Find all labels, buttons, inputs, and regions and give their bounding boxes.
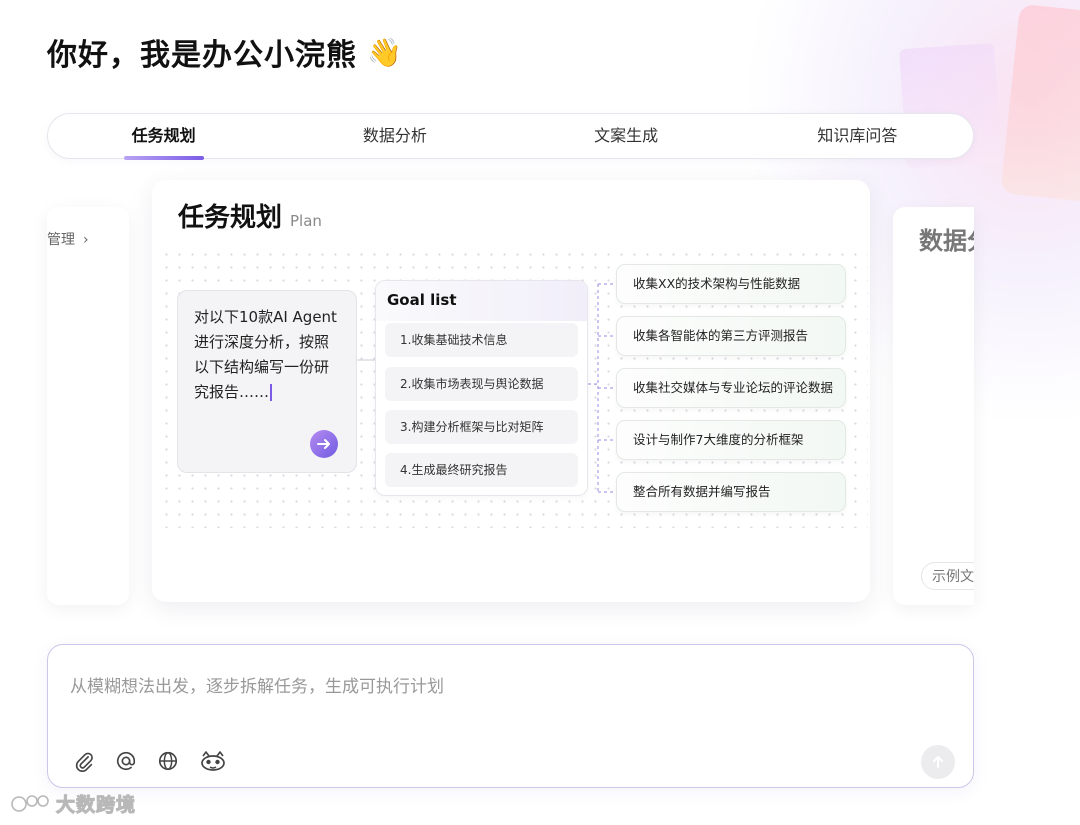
carousel-card-previous[interactable]: 管理 › bbox=[47, 207, 129, 605]
result-item: 设计与制作7大维度的分析框架 bbox=[616, 420, 846, 460]
globe-icon[interactable] bbox=[156, 749, 180, 773]
arrow-right-icon bbox=[310, 430, 338, 458]
previous-card-label: 管理 › bbox=[47, 232, 89, 248]
tab-task-planning[interactable]: 任务规划 bbox=[48, 114, 279, 158]
carousel-card-task-planning[interactable]: 任务规划 Plan 对以下10款AI Agent进行深度分析，按照以下结构编写一… bbox=[152, 180, 870, 602]
greeting-text: 你好，我是办公小浣熊 bbox=[47, 38, 357, 73]
tab-data-analysis[interactable]: 数据分析 bbox=[279, 114, 510, 158]
arrow-up-icon bbox=[933, 756, 943, 768]
goal-item: 4.生成最终研究报告 bbox=[385, 453, 578, 487]
raccoon-icon[interactable] bbox=[199, 749, 227, 773]
tab-knowledge-qa[interactable]: 知识库问答 bbox=[742, 114, 973, 158]
result-item: 整合所有数据并编写报告 bbox=[616, 472, 846, 512]
next-card-chip: 示例文 bbox=[921, 562, 974, 590]
goal-list-title: Goal list bbox=[387, 291, 457, 309]
example-prompt-box: 对以下10款AI Agent进行深度分析，按照以下结构编写一份研究报告…… bbox=[177, 290, 357, 473]
at-mention-icon[interactable] bbox=[114, 749, 138, 773]
watermark-text: 大数跨境 bbox=[55, 794, 137, 817]
watermark-logo-icon bbox=[11, 794, 49, 812]
next-card-title: 数据分 bbox=[919, 227, 974, 255]
goal-item: 3.构建分析框架与比对矩阵 bbox=[385, 410, 578, 444]
result-item: 收集XX的技术架构与性能数据 bbox=[616, 264, 846, 304]
prompt-input-box[interactable]: 从模糊想法出发，逐步拆解任务，生成可执行计划 bbox=[47, 644, 974, 788]
greeting-heading: 你好，我是办公小浣熊 👋 bbox=[47, 30, 403, 74]
mode-tabbar: 任务规划 数据分析 文案生成 知识库问答 bbox=[47, 113, 974, 159]
carousel-card-next[interactable]: 数据分 示例文 bbox=[893, 207, 974, 605]
goal-list-panel: Goal list 1.收集基础技术信息 2.收集市场表现与舆论数据 3.构建分… bbox=[375, 280, 588, 496]
goal-item: 2.收集市场表现与舆论数据 bbox=[385, 367, 578, 401]
result-item: 收集社交媒体与专业论坛的评论数据 bbox=[616, 368, 846, 408]
result-item: 收集各智能体的第三方评测报告 bbox=[616, 316, 846, 356]
waving-hand-icon: 👋 bbox=[367, 35, 403, 69]
decorative-shape bbox=[1000, 3, 1080, 203]
tab-copywriting[interactable]: 文案生成 bbox=[511, 114, 742, 158]
watermark: 大数跨境 bbox=[10, 790, 136, 817]
text-cursor bbox=[270, 384, 273, 401]
attachment-icon[interactable] bbox=[72, 749, 96, 773]
chevron-right-icon: › bbox=[83, 232, 89, 248]
send-button[interactable] bbox=[921, 745, 955, 779]
goal-item: 1.收集基础技术信息 bbox=[385, 323, 578, 357]
example-prompt-text: 对以下10款AI Agent进行深度分析，按照以下结构编写一份研究报告…… bbox=[194, 308, 337, 401]
prompt-input-placeholder[interactable]: 从模糊想法出发，逐步拆解任务，生成可执行计划 bbox=[70, 672, 444, 697]
